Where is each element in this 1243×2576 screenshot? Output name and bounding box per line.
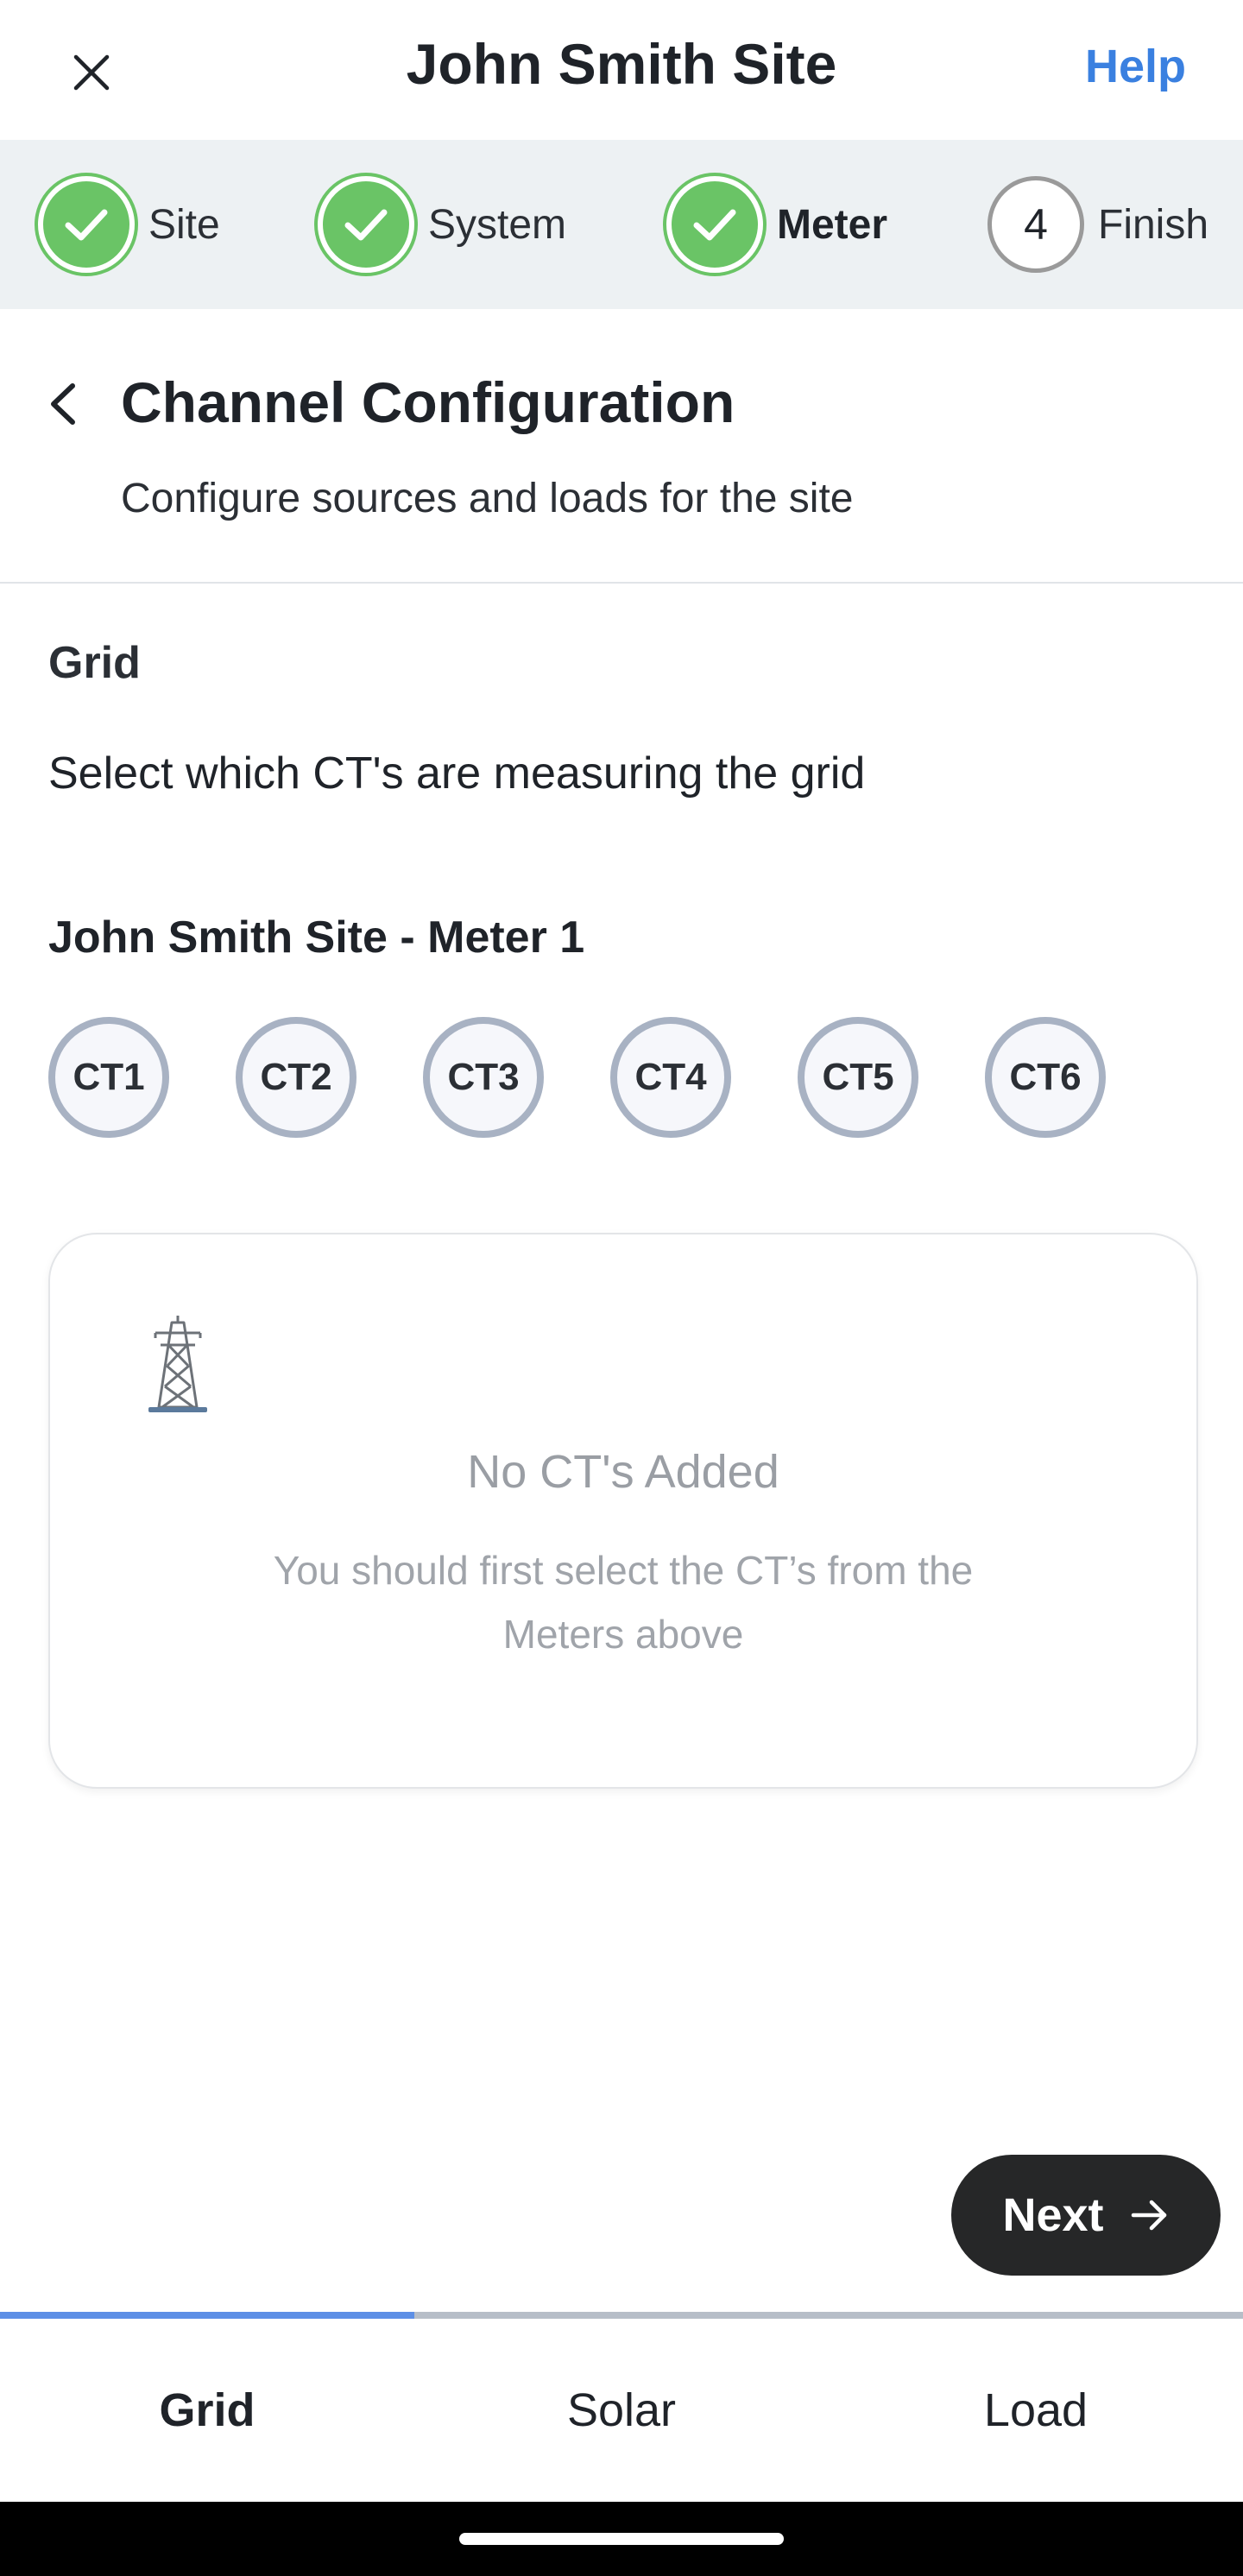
step-system[interactable]: System xyxy=(318,140,566,309)
next-button-label: Next xyxy=(1002,2189,1104,2241)
step-label: Finish xyxy=(1098,201,1209,248)
step-finish[interactable]: 4 Finish xyxy=(987,140,1208,309)
section-description: Select which CT's are measuring the grid xyxy=(48,748,866,799)
bottom-tabs: Grid Solar Load xyxy=(0,2319,1243,2502)
next-button[interactable]: Next xyxy=(951,2155,1221,2276)
ct-chip-ct5[interactable]: CT5 xyxy=(798,1017,918,1138)
back-button[interactable] xyxy=(40,376,85,432)
step-meter[interactable]: Meter xyxy=(666,140,887,309)
page-title: Channel Configuration xyxy=(121,370,735,434)
step-label-active: Meter xyxy=(777,201,888,248)
ct-chip-ct3[interactable]: CT3 xyxy=(423,1017,544,1138)
system-navigation-bar xyxy=(0,2502,1243,2576)
step-complete-badge xyxy=(318,176,414,273)
step-complete-badge xyxy=(666,176,763,273)
check-icon xyxy=(344,209,388,241)
tab-load[interactable]: Load xyxy=(829,2319,1243,2502)
empty-state-description: You should first select the CT’s from th… xyxy=(273,1548,974,1657)
step-label: Site xyxy=(148,201,220,248)
check-icon xyxy=(693,209,736,241)
tab-progress-indicator xyxy=(0,2312,414,2319)
step-number-badge: 4 xyxy=(987,176,1084,273)
ct-chip-ct6[interactable]: CT6 xyxy=(985,1017,1106,1138)
chevron-left-icon xyxy=(51,383,75,425)
ct-chip-ct1[interactable]: CT1 xyxy=(48,1017,169,1138)
empty-state-title: No CT's Added xyxy=(467,1446,779,1498)
progress-stepper: Site System Meter 4 Finish xyxy=(0,140,1243,309)
help-link[interactable]: Help xyxy=(1085,40,1186,93)
power-tower-icon xyxy=(148,1316,207,1412)
ct-selector: CT1 CT2 CT3 CT4 CT5 CT6 xyxy=(48,1017,1170,1138)
meter-title: John Smith Site - Meter 1 xyxy=(48,912,585,963)
step-label: System xyxy=(428,201,567,248)
app-header: John Smith Site Help xyxy=(0,0,1243,140)
tab-grid[interactable]: Grid xyxy=(0,2319,414,2502)
page-subtitle: Configure sources and loads for the site xyxy=(121,476,854,521)
ct-chip-ct4[interactable]: CT4 xyxy=(610,1017,731,1138)
tab-progress-track xyxy=(0,2312,1243,2319)
home-indicator[interactable] xyxy=(459,2533,784,2545)
site-title: John Smith Site xyxy=(406,32,837,96)
divider xyxy=(0,582,1243,584)
tab-solar[interactable]: Solar xyxy=(414,2319,829,2502)
empty-state-card: No CT's Added You should first select th… xyxy=(48,1233,1198,1789)
arrow-right-icon xyxy=(1131,2200,1166,2231)
step-site[interactable]: Site xyxy=(38,140,220,309)
ct-chip-ct2[interactable]: CT2 xyxy=(236,1017,356,1138)
section-title: Grid xyxy=(48,638,141,688)
step-complete-badge xyxy=(38,176,135,273)
check-icon xyxy=(65,209,108,241)
